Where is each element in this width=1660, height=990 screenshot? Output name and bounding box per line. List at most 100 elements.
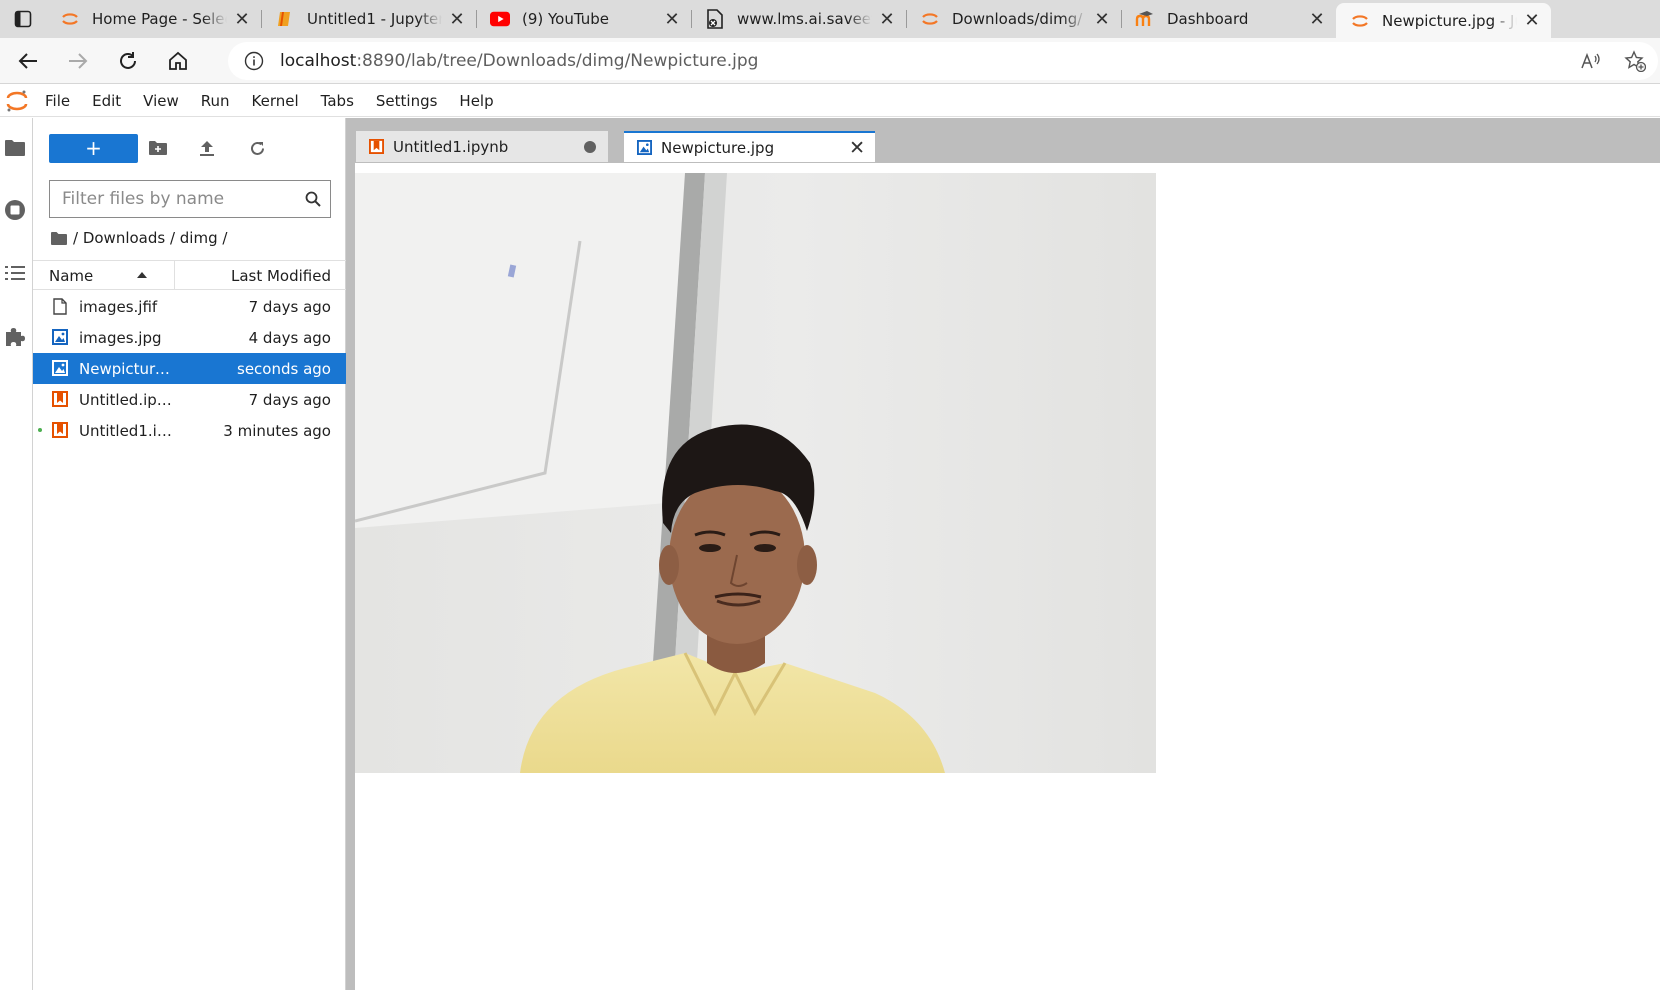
forward-button[interactable] — [56, 43, 100, 79]
running-indicator — [38, 428, 42, 432]
refresh-files-button[interactable] — [243, 134, 271, 162]
breadcrumb-path[interactable]: / Downloads / dimg / — [73, 229, 227, 247]
read-aloud-button[interactable] — [1580, 51, 1602, 76]
close-icon[interactable]: ✕ — [663, 9, 681, 30]
star-add-icon — [1624, 50, 1647, 73]
jupyter-ring-icon — [60, 9, 80, 29]
address-bar[interactable]: localhost:8890/lab/tree/Downloads/dimg/N… — [228, 42, 1658, 80]
browser-tab-strip: Home Page - Select or ✕ Untitled1 - Jupy… — [0, 0, 1660, 38]
close-icon[interactable]: ✕ — [878, 9, 896, 30]
file-list-header: Name Last Modified — [33, 260, 346, 290]
read-aloud-icon — [1581, 52, 1600, 69]
browser-toolbar: localhost:8890/lab/tree/Downloads/dimg/N… — [0, 38, 1660, 84]
table-of-contents-tab[interactable] — [0, 255, 30, 291]
close-icon[interactable]: ✕ — [233, 9, 251, 30]
image-file-icon — [636, 140, 652, 156]
file-name: images.jfif — [79, 298, 158, 316]
close-icon[interactable]: ✕ — [1308, 9, 1326, 30]
upload-button[interactable] — [193, 134, 221, 162]
browser-tab-youtube[interactable]: (9) YouTube ✕ — [476, 0, 691, 38]
browser-tab-title: Home Page - Select or — [92, 10, 227, 28]
jupyter-logo-icon — [6, 90, 28, 111]
file-row-untitled1-ipynb[interactable]: Untitled1.ipynb 3 minutes ago — [33, 415, 346, 446]
browser-tab-home[interactable]: Home Page - Select or ✕ — [46, 0, 261, 38]
photo-image — [355, 173, 1156, 773]
file-browser-panel: + / Downloads / dimg / Name Last Modifie… — [33, 118, 346, 990]
puzzle-icon — [6, 328, 25, 346]
image-file-icon — [51, 328, 69, 346]
filter-files-input[interactable] — [62, 189, 302, 209]
file-row-newpicture-jpg[interactable]: Newpicture.jpg seconds ago — [33, 353, 346, 384]
menu-file[interactable]: File — [34, 92, 81, 110]
menu-kernel[interactable]: Kernel — [241, 92, 310, 110]
youtube-icon — [490, 9, 510, 29]
info-icon — [244, 51, 264, 71]
doc-tab-newpicture[interactable]: Newpicture.jpg ✕ — [624, 131, 875, 162]
photo — [355, 173, 1156, 773]
menu-edit[interactable]: Edit — [81, 92, 132, 110]
refresh-icon — [120, 51, 136, 69]
close-icon[interactable]: ✕ — [849, 137, 865, 159]
tab-actions-button[interactable] — [0, 0, 46, 38]
notebook-icon — [275, 9, 295, 29]
file-modified: 7 days ago — [248, 391, 331, 409]
browser-tab-title: (9) YouTube — [522, 10, 610, 28]
new-launcher-button[interactable]: + — [49, 134, 138, 163]
file-name: Newpicture.jpg — [79, 360, 179, 378]
menu-settings[interactable]: Settings — [365, 92, 449, 110]
browser-tab-newpicture[interactable]: Newpicture.jpg - Jupy ✕ — [1336, 3, 1551, 38]
browser-tab-lms[interactable]: www.lms.ai.saveetha.a ✕ — [691, 0, 906, 38]
menu-tabs[interactable]: Tabs — [310, 92, 365, 110]
file-browser-tab[interactable] — [0, 130, 30, 166]
close-icon[interactable]: ✕ — [1523, 10, 1541, 31]
refresh-icon — [250, 141, 264, 155]
search-icon — [305, 191, 321, 207]
list-icon — [5, 266, 25, 280]
file-modified: 7 days ago — [248, 298, 331, 316]
sort-ascending-icon — [137, 272, 147, 278]
notebook-file-icon — [51, 421, 69, 439]
browser-tab-downloads[interactable]: Downloads/dimg/ - Ju ✕ — [906, 0, 1121, 38]
url-path: :8890/lab/tree/Downloads/dimg/Newpicture… — [356, 51, 759, 71]
image-viewer-panel — [346, 162, 1660, 990]
home-button[interactable] — [156, 43, 200, 79]
menu-help[interactable]: Help — [448, 92, 504, 110]
browser-tab-title: Downloads/dimg/ - Ju — [952, 10, 1087, 28]
browser-tab-title: Dashboard — [1167, 10, 1249, 28]
file-filter — [49, 180, 331, 218]
browser-tab-untitled1[interactable]: Untitled1 - Jupyter No ✕ — [261, 0, 476, 38]
doc-tab-label: Newpicture.jpg — [661, 138, 775, 157]
jupyter-ring-icon — [920, 9, 940, 29]
new-folder-button[interactable] — [144, 134, 172, 162]
unsaved-changes-icon[interactable] — [584, 141, 596, 153]
file-row-images-jfif[interactable]: images.jfif 7 days ago — [33, 291, 346, 322]
running-sessions-tab[interactable] — [0, 192, 30, 228]
close-icon[interactable]: ✕ — [1093, 9, 1111, 30]
column-name[interactable]: Name — [49, 267, 93, 285]
close-icon[interactable]: ✕ — [448, 9, 466, 30]
favorite-button[interactable] — [1624, 50, 1647, 77]
stop-circle-icon — [5, 200, 25, 220]
column-last-modified[interactable]: Last Modified — [231, 267, 331, 285]
doc-tab-untitled1[interactable]: Untitled1.ipynb — [356, 131, 608, 162]
tab-actions-icon — [14, 10, 32, 28]
folder-icon — [5, 140, 25, 156]
file-modified: 3 minutes ago — [223, 422, 331, 440]
browser-tab-dashboard[interactable]: Dashboard ✕ — [1121, 0, 1336, 38]
back-button[interactable] — [6, 43, 50, 79]
extensions-tab[interactable] — [0, 318, 30, 354]
file-row-untitled-ipynb[interactable]: Untitled.ipynb 7 days ago — [33, 384, 346, 415]
folder-icon[interactable] — [50, 231, 68, 246]
arrow-right-icon — [69, 52, 88, 69]
column-divider — [174, 261, 175, 289]
menu-run[interactable]: Run — [190, 92, 241, 110]
file-row-images-jpg[interactable]: images.jpg 4 days ago — [33, 322, 346, 353]
notebook-file-icon — [368, 139, 384, 155]
moodle-icon — [1135, 9, 1155, 29]
jupyter-menubar: File Edit View Run Kernel Tabs Settings … — [0, 85, 1660, 117]
file-name: Untitled1.ipynb — [79, 422, 179, 440]
menu-view[interactable]: View — [132, 92, 190, 110]
jupyter-logo — [0, 85, 34, 117]
refresh-button[interactable] — [106, 43, 150, 79]
arrow-left-icon — [18, 52, 37, 69]
